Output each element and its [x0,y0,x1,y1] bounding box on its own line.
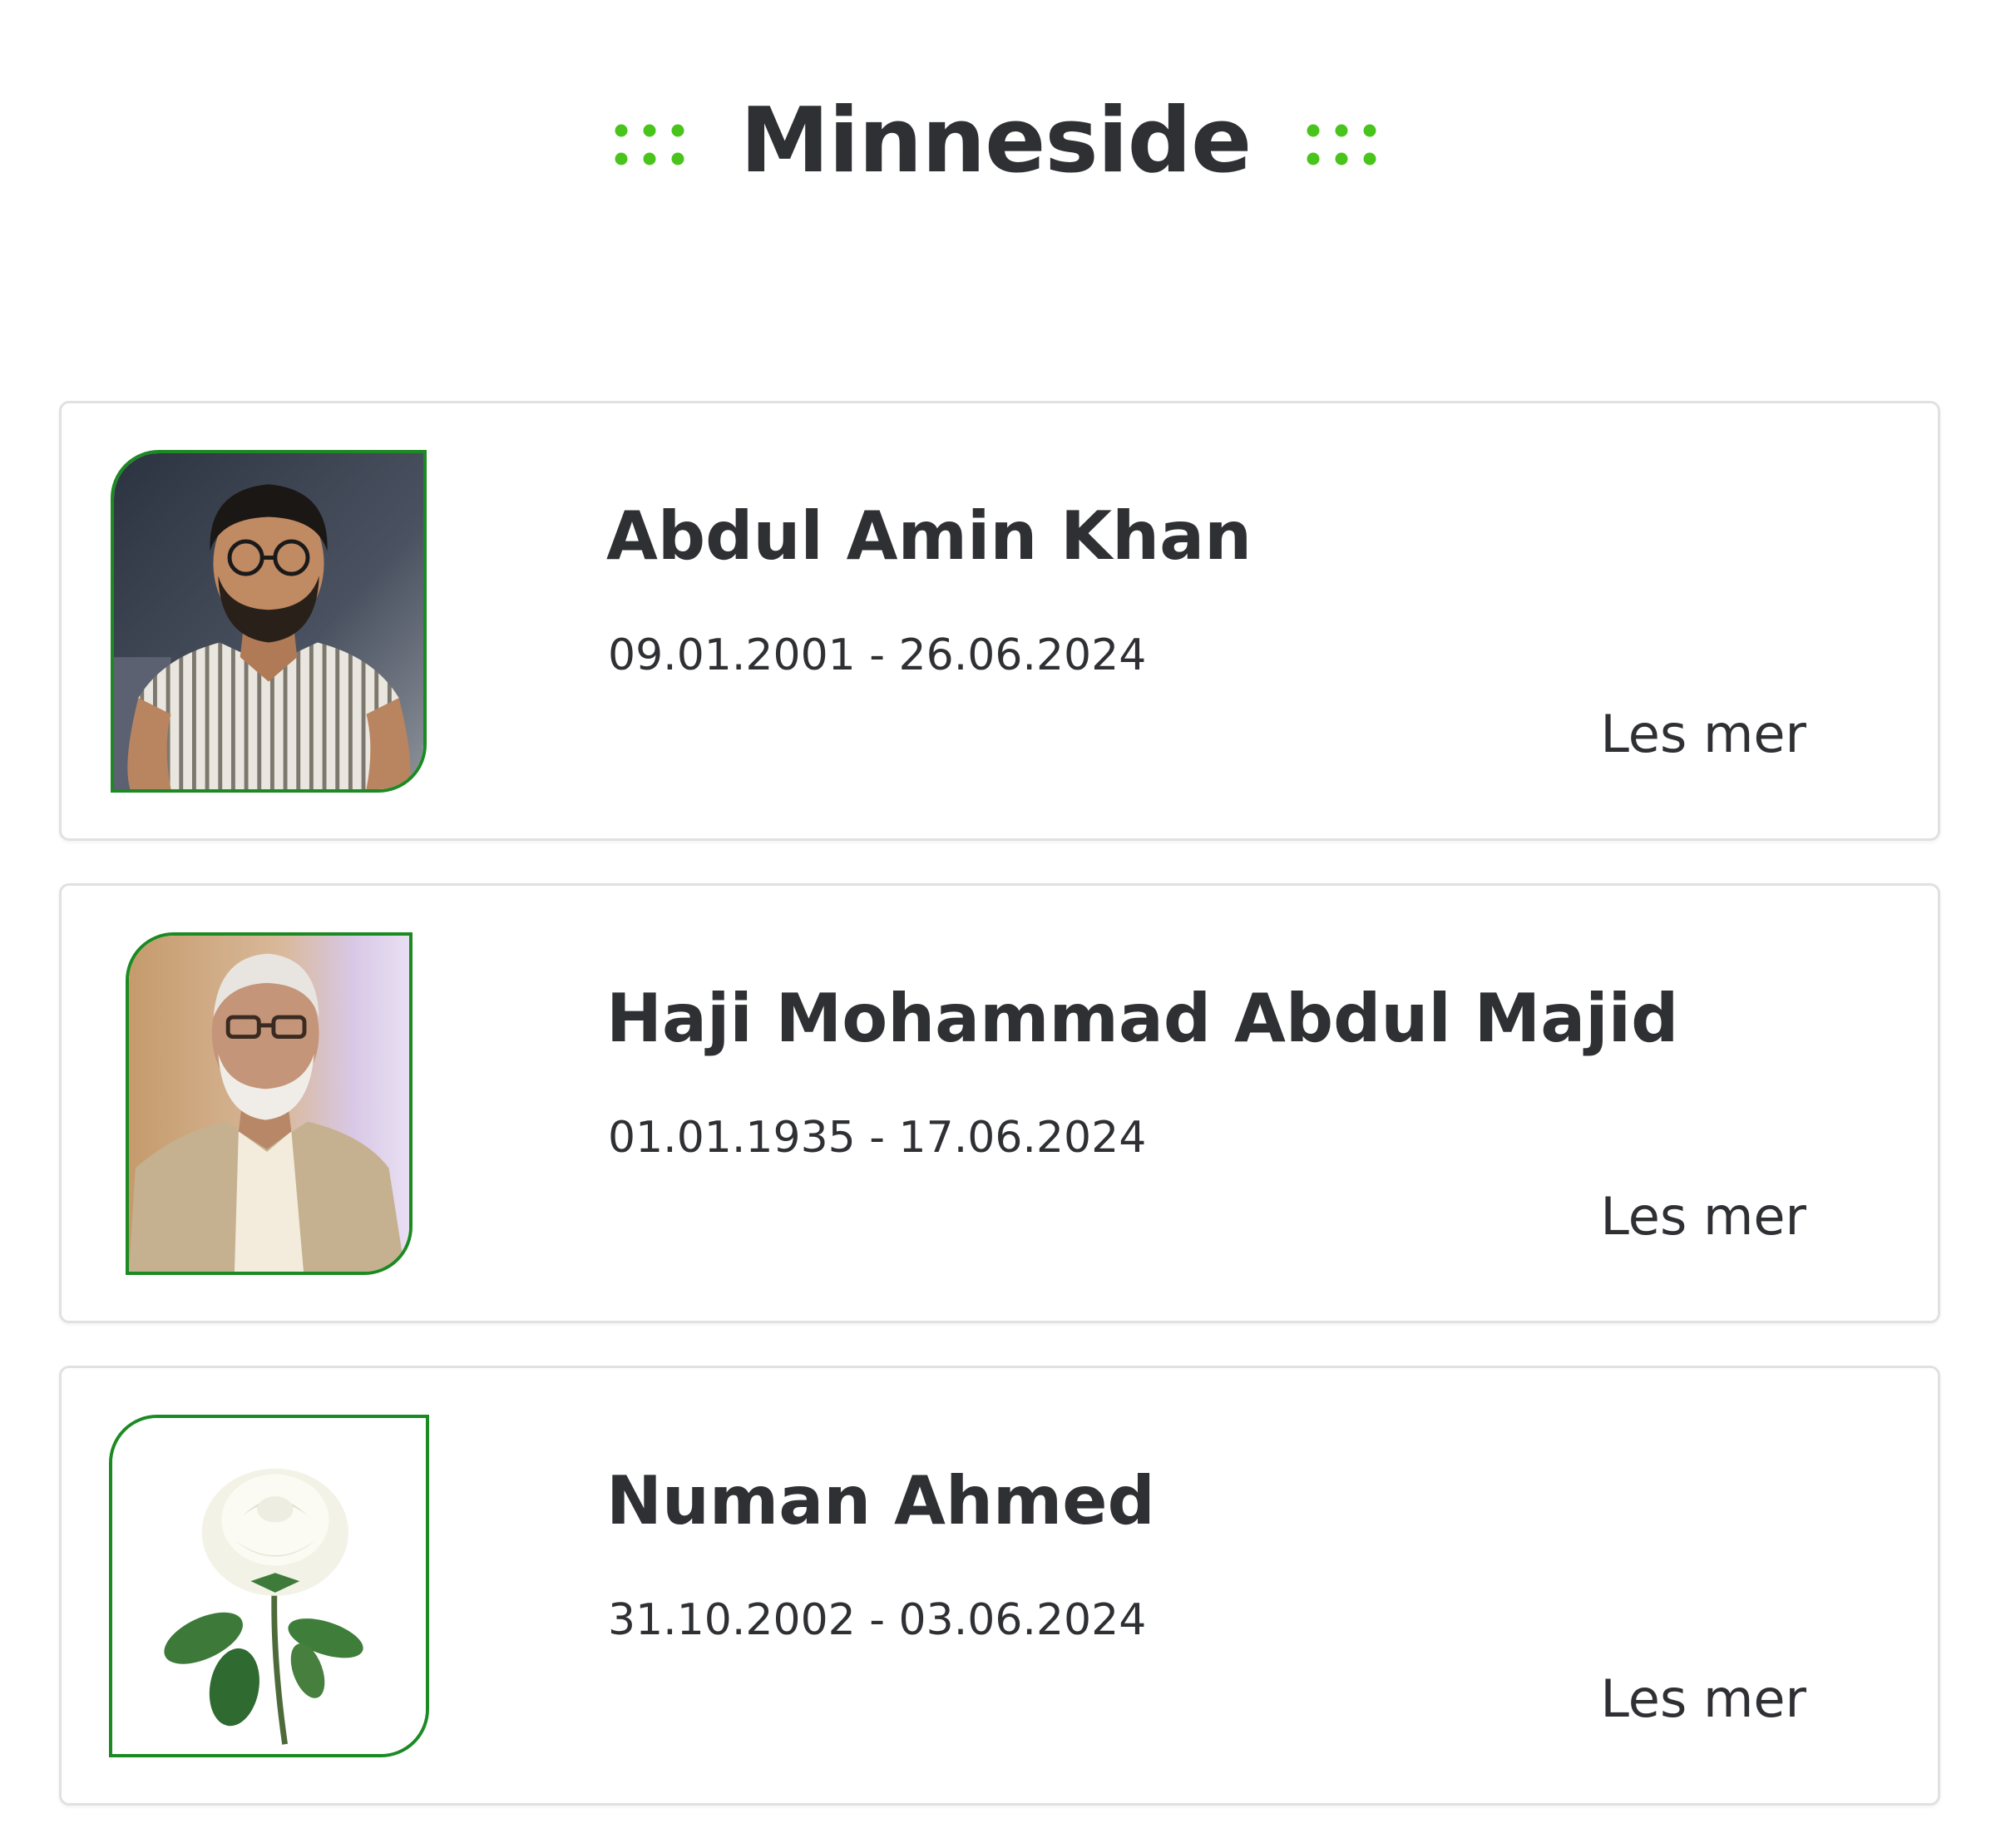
portrait-young-man-photo[interactable] [111,450,427,793]
memorial-name: Abdul Amin Khan [606,497,1252,575]
page-title: Minneside [739,89,1252,193]
portrait-elderly-man-photo[interactable] [126,932,413,1275]
memorial-dates: 31.10.2002 - 03.06.2024 [608,1595,1147,1645]
memorial-dates: 09.01.2001 - 26.06.2024 [608,630,1147,680]
memorial-card[interactable]: Numan Ahmed 31.10.2002 - 03.06.2024 Les … [59,1366,1940,1806]
memorial-card[interactable]: Haji Mohammad Abdul Majid 01.01.1935 - 1… [59,883,1940,1323]
memorial-name: Numan Ahmed [606,1462,1155,1539]
read-more-link[interactable]: Les mer [1600,1666,1806,1732]
memorial-list: Abdul Amin Khan 09.01.2001 - 26.06.2024 … [59,401,1940,1848]
read-more-link[interactable]: Les mer [1600,1183,1806,1250]
page-header: Minneside [0,79,1991,204]
dots-grid-icon [1305,119,1378,177]
memorial-name: Haji Mohammad Abdul Majid [606,980,1679,1057]
white-rose-image[interactable] [109,1415,429,1757]
memorial-dates: 01.01.1935 - 17.06.2024 [608,1113,1147,1163]
read-more-link[interactable]: Les mer [1600,701,1806,768]
memorial-card[interactable]: Abdul Amin Khan 09.01.2001 - 26.06.2024 … [59,401,1940,841]
dots-grid-icon [613,119,686,177]
